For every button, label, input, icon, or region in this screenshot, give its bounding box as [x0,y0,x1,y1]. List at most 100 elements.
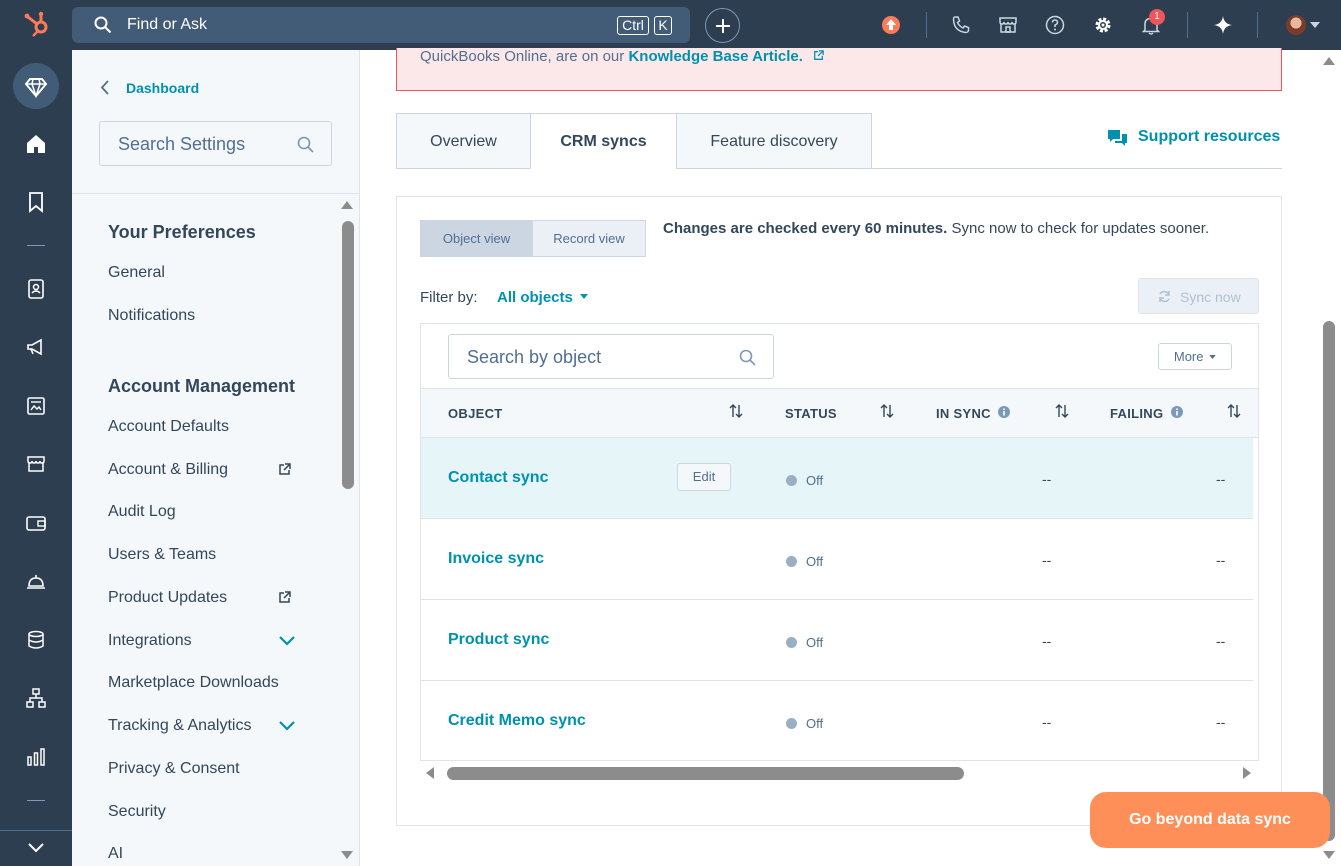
in-sync-value: -- [1042,714,1052,730]
object-name-link[interactable]: Product sync [448,631,549,649]
sidebar-scrollbar-thumb[interactable] [342,221,354,489]
chevron-down-icon[interactable] [279,721,295,731]
automation-hierarchy-icon[interactable] [24,686,48,710]
object-name-link[interactable]: Credit Memo sync [448,712,586,730]
column-header-in-sync[interactable]: IN SYNC [936,406,991,421]
sort-icon[interactable] [1054,403,1070,419]
sidebar-item-audit-log[interactable]: Audit Log [108,503,176,521]
column-header-failing[interactable]: FAILING [1110,406,1163,421]
section-title-your-preferences: Your Preferences [108,222,256,242]
wallet-icon[interactable] [24,511,48,535]
rail-expand-button[interactable] [0,830,72,866]
sync-now-button[interactable]: Sync now [1138,278,1259,314]
table-horizontal-scrollbar-thumb[interactable] [447,767,964,780]
account-menu-caret-icon[interactable] [1310,22,1320,28]
filter-objects-value: All objects [497,289,573,306]
rail-divider [27,800,45,801]
object-name-link[interactable]: Contact sync [448,469,548,487]
search-icon [94,16,112,34]
scroll-up-arrow-icon[interactable] [340,200,354,210]
settings-sidebar: Dashboard Search Settings Your Preferenc… [72,50,360,866]
sidebar-item-product-updates[interactable]: Product Updates [108,589,227,607]
primary-navigation-rail [0,50,72,866]
scroll-left-arrow-icon[interactable] [425,766,435,780]
sidebar-item-tracking-analytics[interactable]: Tracking & Analytics [108,717,251,735]
column-header-status[interactable]: STATUS [785,406,837,421]
marketing-megaphone-icon[interactable] [24,335,48,359]
home-icon[interactable] [24,132,48,156]
scroll-down-arrow-icon[interactable] [1322,850,1336,860]
data-database-icon[interactable] [24,628,48,652]
scroll-up-arrow-icon[interactable] [1322,56,1336,66]
chevron-down-icon[interactable] [279,636,295,646]
settings-gear-icon[interactable] [1092,14,1114,36]
search-icon [297,136,314,153]
marketplace-icon[interactable] [997,14,1019,36]
tab-crm-syncs[interactable]: CRM syncs [530,113,677,169]
sync-now-label: Sync now [1180,289,1241,305]
sync-objects-table: Search by object More OBJECT STATUS IN S… [420,323,1259,761]
shortcut-k-key: K [654,16,672,35]
knowledge-base-link[interactable]: Knowledge Base Article. [628,48,803,65]
scroll-right-arrow-icon[interactable] [1242,766,1252,780]
sidebar-item-security[interactable]: Security [108,803,166,821]
reports-chart-icon[interactable] [24,745,48,769]
sidebar-item-marketplace-downloads[interactable]: Marketplace Downloads [108,674,279,692]
sidebar-item-ai[interactable]: AI [108,845,123,863]
object-search-placeholder: Search by object [467,347,602,367]
tab-feature-discovery[interactable]: Feature discovery [676,113,872,169]
hubspot-logo-icon[interactable] [22,10,52,40]
phone-icon[interactable] [950,14,972,36]
sort-icon[interactable] [728,403,744,419]
object-search-input[interactable]: Search by object [448,334,774,379]
commerce-store-icon[interactable] [24,452,48,476]
more-button-label: More [1173,349,1204,364]
column-header-object[interactable]: OBJECT [448,406,503,421]
bookmark-icon[interactable] [24,190,48,214]
topbar-divider [1257,12,1258,38]
sidebar-item-integrations[interactable]: Integrations [108,632,192,650]
in-sync-value: -- [1042,471,1052,487]
sidebar-item-notifications[interactable]: Notifications [108,307,195,325]
chevron-down-icon [28,843,44,853]
sidebar-item-privacy-consent[interactable]: Privacy & Consent [108,760,240,778]
sidebar-item-account-billing[interactable]: Account & Billing [108,461,228,479]
sidebar-item-account-defaults[interactable]: Account Defaults [108,418,229,436]
object-view-toggle[interactable]: Object view [420,220,533,257]
more-actions-button[interactable]: More [1158,343,1232,370]
sidebar-item-general[interactable]: General [108,264,165,282]
go-beyond-data-sync-button[interactable]: Go beyond data sync [1090,792,1330,848]
contacts-icon[interactable] [24,277,48,301]
service-bell-icon[interactable] [24,569,48,593]
settings-search-input[interactable]: Search Settings [99,121,332,166]
scroll-down-arrow-icon[interactable] [340,850,354,860]
sidebar-item-users-teams[interactable]: Users & Teams [108,546,216,564]
sort-icon[interactable] [879,403,895,419]
edit-button[interactable]: Edit [677,463,731,491]
table-row[interactable]: Contact sync Edit Off -- -- [421,438,1253,519]
upgrade-icon[interactable] [880,14,902,36]
object-name-link[interactable]: Invoice sync [448,550,544,568]
table-row[interactable]: Invoice sync Off -- -- [421,519,1253,600]
user-avatar[interactable] [1286,15,1306,35]
table-row[interactable]: Credit Memo sync Off -- -- [421,681,1253,760]
create-new-button[interactable] [705,8,740,43]
table-row[interactable]: Product sync Off -- -- [421,600,1253,681]
record-view-toggle[interactable]: Record view [532,220,646,257]
diamond-icon[interactable] [24,75,48,99]
status-dot [786,475,797,486]
top-navigation-bar: Find or Ask Ctrl K 1 [0,0,1341,50]
main-scrollbar-thumb[interactable] [1323,321,1335,841]
filter-objects-dropdown[interactable]: All objects [497,289,589,306]
sort-icon[interactable] [1226,403,1242,419]
info-icon[interactable] [998,406,1010,418]
content-icon[interactable] [24,394,48,418]
global-search-input[interactable]: Find or Ask Ctrl K [72,7,690,43]
caret-down-icon [1209,355,1216,359]
info-icon[interactable] [1171,406,1183,418]
in-sync-value: -- [1042,633,1052,649]
back-link-label: Dashboard [126,80,200,96]
help-icon[interactable] [1044,14,1066,36]
tab-overview[interactable]: Overview [396,113,531,169]
ai-sparkle-icon[interactable] [1212,14,1234,36]
